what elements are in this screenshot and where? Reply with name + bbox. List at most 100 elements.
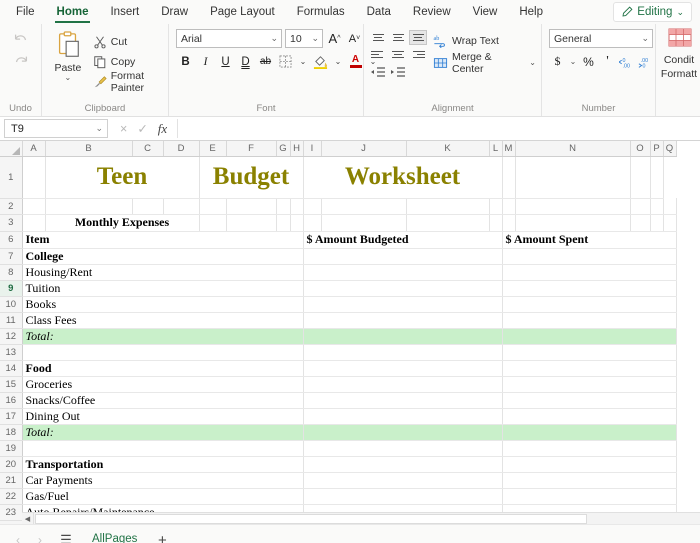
cell-k3[interactable] [406,214,490,232]
cell-books-spent[interactable] [501,296,677,313]
cell-header-amount-budgeted[interactable]: $ Amount Budgeted [302,230,503,249]
wrap-text-button[interactable]: ab Wrap Text [433,31,536,50]
column-header-i[interactable]: I [303,141,322,157]
cell-subtitle-monthly-expenses[interactable]: Monthly Expenses [45,214,200,232]
table-row[interactable]: 16 Snacks/Coffee [0,392,677,409]
table-row[interactable]: 2 [0,198,677,215]
strikethrough-button[interactable]: ab [256,52,275,71]
table-row[interactable]: 17 Dining Out [0,408,677,425]
cell-class-fees-spent[interactable] [501,312,677,329]
name-box[interactable]: T9 ⌄ [4,119,108,138]
cell-q1[interactable] [650,156,664,199]
row-header-12[interactable]: 12 [0,328,23,345]
cell-item-dining-out[interactable]: Dining Out [21,408,304,425]
cell-item-groceries[interactable]: Groceries [21,376,304,393]
row-header-23[interactable]: 23 [0,504,23,521]
cell-section-food[interactable]: Food [21,359,304,377]
cell-housing-spent[interactable] [501,264,677,281]
conditional-formatting-button[interactable]: Condit Formatt [656,24,700,116]
table-row[interactable]: 20 Transportation [0,455,677,473]
table-row[interactable]: 9 Tuition [0,280,677,297]
cell-n3[interactable] [515,214,631,232]
cell-item-books[interactable]: Books [21,296,304,313]
format-painter-button[interactable]: Format Painter [93,70,163,94]
currency-button[interactable]: $ [549,53,566,70]
table-row[interactable]: 14 Food [0,359,677,377]
cell-o2[interactable] [630,198,651,215]
row-header-9[interactable]: 9 [0,280,23,297]
cell-dining-spent[interactable] [501,408,677,425]
cell-m3[interactable] [502,214,516,232]
table-row[interactable]: 22 Gas/Fuel [0,488,677,505]
redo-icon[interactable] [10,51,32,73]
align-bottom-button[interactable] [409,30,427,45]
cell-q3[interactable] [663,214,677,232]
cell-e2[interactable] [199,198,227,215]
borders-button[interactable] [276,52,295,71]
table-row[interactable]: 3 Monthly Expenses [0,214,677,232]
column-header-l[interactable]: L [489,141,503,157]
row-header-20[interactable]: 20 [0,456,23,473]
cell-b2[interactable] [45,198,133,215]
cell-e3[interactable] [199,214,227,232]
cell-spacer-19-budgeted[interactable] [302,440,503,457]
column-header-p[interactable]: P [650,141,664,157]
align-right-button[interactable] [409,47,427,62]
cell-k2[interactable] [406,198,490,215]
cell-g3[interactable] [276,214,291,232]
cell-a1[interactable] [22,156,46,199]
cell-a2[interactable] [22,198,46,215]
all-sheets-menu-icon[interactable]: ☰ [54,530,78,543]
column-header-d[interactable]: D [163,141,200,157]
cell-food-spent[interactable] [501,359,677,377]
spreadsheet-grid[interactable]: A B C D E F G H I J K L M N O P Q 1 Teen… [0,141,700,524]
cell-m2[interactable] [502,198,516,215]
column-header-g[interactable]: G [276,141,291,157]
cell-item-class-fees[interactable]: Class Fees [21,312,304,329]
row-header-1[interactable]: 1 [0,156,23,199]
menu-item-formulas[interactable]: Formulas [287,2,355,23]
cell-spacer-13-budgeted[interactable] [302,344,503,361]
cell-spacer-13-spent[interactable] [501,344,677,361]
column-header-c[interactable]: C [132,141,164,157]
chevron-down-icon[interactable]: ⌄ [331,52,345,71]
column-header-f[interactable]: F [226,141,277,157]
menu-item-help[interactable]: Help [509,2,553,23]
cell-g2[interactable] [276,198,291,215]
merge-center-button[interactable]: Merge & Center ⌄ [433,51,536,75]
column-header-h[interactable]: H [290,141,304,157]
cell-a3[interactable] [22,214,46,232]
menu-item-data[interactable]: Data [357,2,401,23]
row-header-8[interactable]: 8 [0,264,23,281]
row-header-24[interactable]: 24 [0,520,23,524]
menu-item-insert[interactable]: Insert [100,2,149,23]
table-row[interactable]: 18 Total: [0,424,677,441]
fill-color-button[interactable] [311,52,330,71]
cell-i2[interactable] [303,198,322,215]
cell-housing-budgeted[interactable] [302,264,503,281]
cancel-icon[interactable]: × [120,122,127,136]
table-row[interactable]: 19 [0,440,677,457]
table-row[interactable]: 7 College [0,247,677,265]
cell-item-car-payments[interactable]: Car Payments [21,472,304,489]
cell-f3[interactable] [226,214,277,232]
cell-spacer-13-item[interactable] [21,344,304,361]
cell-d2[interactable] [163,198,200,215]
percent-button[interactable]: % [580,53,597,70]
double-underline-button[interactable]: D [236,52,255,71]
row-header-15[interactable]: 15 [0,376,23,393]
table-row[interactable]: 1 Teen Budget Worksheet [0,156,676,199]
row-header-11[interactable]: 11 [0,312,23,329]
cell-i3[interactable] [303,214,322,232]
chevron-down-icon[interactable]: ⌄ [568,53,578,70]
cell-section-transportation[interactable]: Transportation [21,455,304,473]
cell-title-budget[interactable]: Budget [199,156,304,199]
undo-icon[interactable] [10,29,32,51]
cell-n1[interactable] [502,156,516,199]
column-header-a[interactable]: A [22,141,46,157]
table-row[interactable]: 21 Car Payments [0,472,677,489]
add-sheet-icon[interactable]: + [151,530,173,543]
horizontal-scrollbar[interactable]: ◀ [22,512,700,524]
cell-transportation-budgeted[interactable] [302,455,503,473]
copy-button[interactable]: Copy [93,52,163,71]
